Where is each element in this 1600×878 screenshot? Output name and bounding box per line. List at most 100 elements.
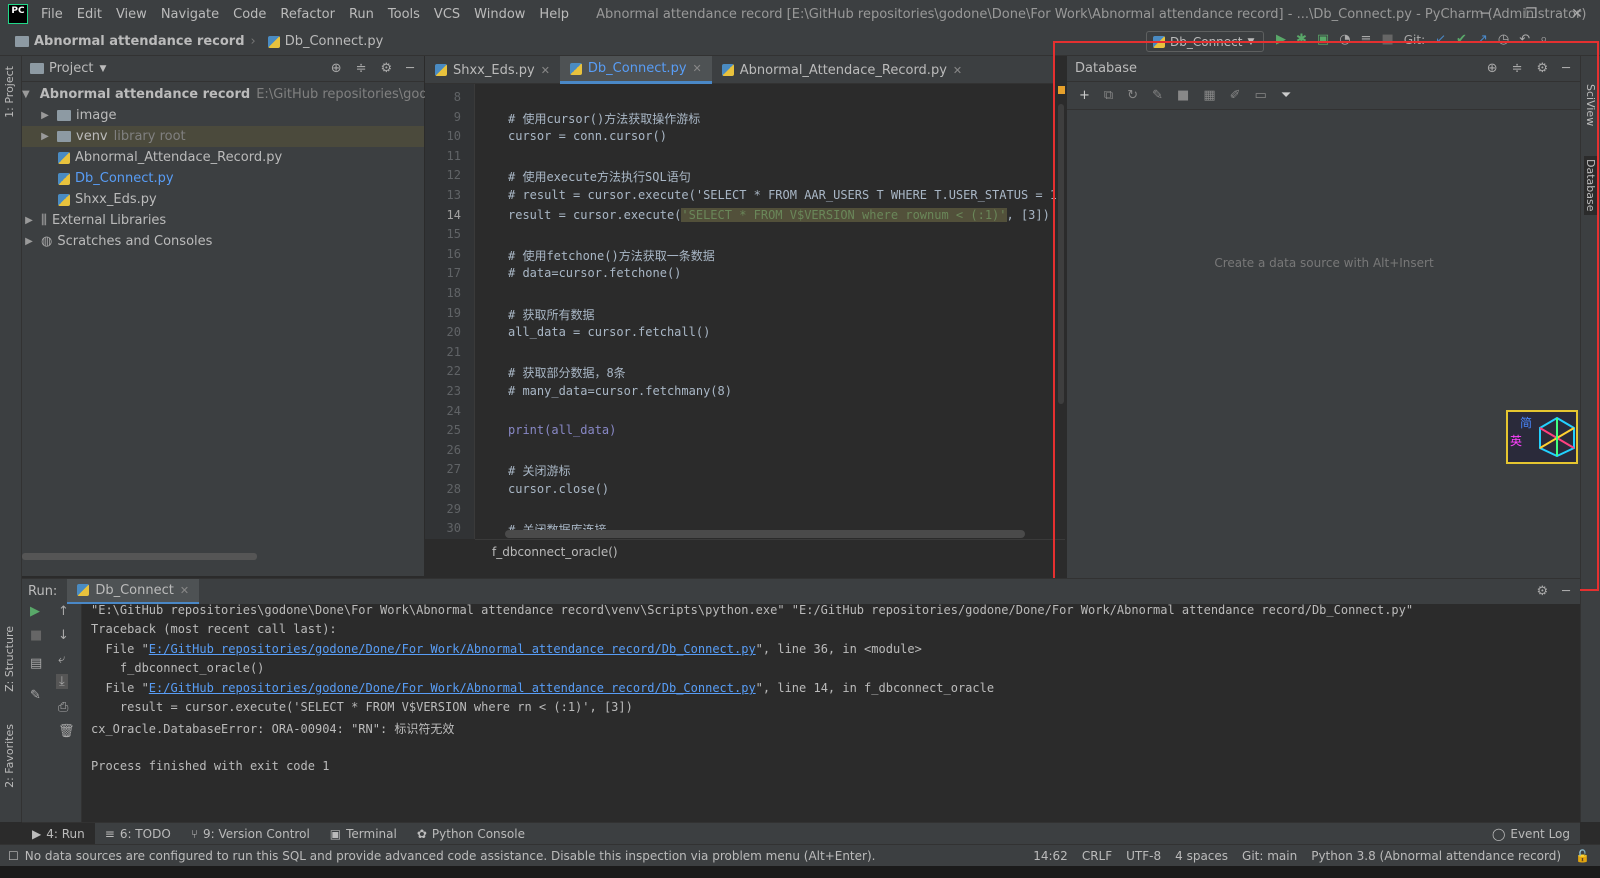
- scroll-up-icon[interactable]: ↑: [58, 604, 69, 619]
- hide-icon[interactable]: ─: [406, 61, 414, 76]
- close-icon[interactable]: ✕: [953, 64, 962, 77]
- chevron-right-icon[interactable]: ▶: [22, 215, 36, 226]
- ime-indicator[interactable]: 简 英: [1506, 410, 1578, 464]
- menu-tools[interactable]: Tools: [381, 7, 427, 22]
- chevron-right-icon[interactable]: ▶: [38, 131, 52, 142]
- editor-breadcrumb[interactable]: f_dbconnect_oracle(): [475, 539, 1065, 563]
- scroll-down-icon[interactable]: ↓: [58, 628, 69, 643]
- tab-label: 6: TODO: [119, 826, 171, 841]
- tree-item-file[interactable]: Abnormal_Attendace_Record.py: [22, 147, 424, 168]
- lock-icon[interactable]: 🔓: [1575, 849, 1590, 863]
- tree-item-image[interactable]: ▶ image: [22, 105, 424, 126]
- horizontal-scrollbar[interactable]: [22, 553, 257, 560]
- tool-tab-project[interactable]: 1: Project: [3, 66, 16, 118]
- code-line: # data=cursor.fetchone(): [508, 266, 682, 280]
- tool-tab-python-console[interactable]: ✿ Python Console: [407, 823, 535, 845]
- status-checkbox-icon[interactable]: ☐: [8, 849, 19, 863]
- hide-icon[interactable]: ─: [1562, 584, 1570, 599]
- line-number: 17: [446, 266, 461, 280]
- tab-db-connect[interactable]: Db_Connect.py ✕: [559, 56, 712, 84]
- line-number: 18: [446, 286, 461, 300]
- menu-bar: File Edit View Navigate Code Refactor Ru…: [34, 7, 576, 22]
- line-number-gutter: 8 9 10 11 12 13 14 15 16 17 18 19 20 21 …: [425, 84, 475, 539]
- tool-tab-vcs[interactable]: ⑂ 9: Version Control: [181, 823, 320, 845]
- tree-item-project-root[interactable]: ▼ Abnormal attendance record E:\GitHub r…: [22, 84, 456, 105]
- menu-file[interactable]: File: [34, 7, 70, 22]
- collapse-all-icon[interactable]: ≑: [356, 61, 367, 76]
- menu-run[interactable]: Run: [342, 7, 381, 22]
- menu-window[interactable]: Window: [467, 7, 532, 22]
- layout-icon[interactable]: ▤: [30, 656, 42, 671]
- line-number: 29: [446, 502, 461, 516]
- close-icon[interactable]: ✕: [1554, 0, 1600, 28]
- project-panel-title[interactable]: Project: [49, 61, 93, 76]
- menu-view[interactable]: View: [109, 7, 154, 22]
- minimize-icon[interactable]: ─: [1462, 0, 1508, 28]
- menu-edit[interactable]: Edit: [70, 7, 109, 22]
- chevron-down-icon[interactable]: ▼: [22, 89, 30, 100]
- console-line: f_dbconnect_oracle(): [91, 661, 265, 675]
- editor-horizontal-scrollbar[interactable]: [505, 530, 1025, 538]
- git-branch[interactable]: Git: main: [1242, 849, 1297, 863]
- console-line: "E:\GitHub repositories\godone\Done\For …: [91, 603, 1414, 617]
- trash-icon[interactable]: 🗑: [58, 724, 75, 739]
- menu-navigate[interactable]: Navigate: [154, 7, 226, 22]
- chevron-down-icon[interactable]: ▼: [99, 64, 106, 74]
- file-link[interactable]: E:/GitHub repositories/godone/Done/For W…: [149, 642, 756, 656]
- ime-lang-label: 英: [1510, 434, 1523, 448]
- breadcrumb-file[interactable]: Db_Connect.py: [285, 34, 384, 49]
- tree-item-hint: library root: [113, 129, 186, 144]
- menu-vcs[interactable]: VCS: [427, 7, 467, 22]
- terminal-icon: ▣: [329, 826, 342, 841]
- tool-tab-structure[interactable]: Z: Structure: [3, 626, 16, 692]
- restore-icon[interactable]: ❐: [1508, 0, 1554, 28]
- tool-tab-todo[interactable]: ≡ 6: TODO: [95, 823, 181, 845]
- menu-refactor[interactable]: Refactor: [273, 7, 342, 22]
- gear-icon[interactable]: ⚙: [381, 61, 393, 76]
- code-editor[interactable]: # 使用cursor()方法获取操作游标 cursor = conn.curso…: [475, 84, 1065, 539]
- console-line: File "E:/GitHub repositories/godone/Done…: [91, 642, 921, 656]
- tool-tab-event-log[interactable]: ◯ Event Log: [1482, 823, 1580, 845]
- close-icon[interactable]: ✕: [693, 62, 702, 75]
- menu-code[interactable]: Code: [226, 7, 273, 22]
- line-number: 12: [446, 168, 461, 182]
- tree-item-external-libraries[interactable]: ▶ ⫼ External Libraries: [22, 210, 424, 231]
- soft-wrap-icon[interactable]: ⤶: [58, 652, 65, 667]
- line-number: 26: [446, 443, 461, 457]
- tool-tab-run[interactable]: ▶ 4: Run: [22, 822, 95, 845]
- gear-icon[interactable]: ⚙: [1537, 584, 1549, 599]
- print-icon[interactable]: ⎙: [58, 700, 68, 715]
- stop-icon[interactable]: ■: [30, 628, 42, 643]
- close-icon[interactable]: ✕: [180, 584, 189, 597]
- pin-icon[interactable]: ✎: [30, 688, 41, 703]
- status-message[interactable]: No data sources are configured to run th…: [25, 849, 876, 863]
- chevron-right-icon[interactable]: ▶: [38, 110, 52, 121]
- indent-setting[interactable]: 4 spaces: [1175, 849, 1228, 863]
- locate-icon[interactable]: ⊕: [331, 61, 342, 76]
- tree-item-label: Shxx_Eds.py: [75, 192, 157, 207]
- tree-item-file[interactable]: Db_Connect.py: [22, 168, 424, 189]
- menu-help[interactable]: Help: [532, 7, 576, 22]
- tool-tab-favorites[interactable]: 2: Favorites: [3, 724, 16, 788]
- file-encoding[interactable]: UTF-8: [1126, 849, 1161, 863]
- python-interpreter[interactable]: Python 3.8 (Abnormal attendance record): [1311, 849, 1561, 863]
- tree-item-file[interactable]: Shxx_Eds.py: [22, 189, 424, 210]
- line-separator[interactable]: CRLF: [1082, 849, 1112, 863]
- tool-tab-terminal[interactable]: ▣ Terminal: [320, 823, 407, 845]
- run-console[interactable]: "E:\GitHub repositories\godone\Done\For …: [82, 603, 1580, 822]
- tree-item-venv[interactable]: ▶ venv library root: [22, 126, 424, 147]
- folder-icon: [57, 131, 71, 142]
- run-tab[interactable]: Db_Connect ✕: [67, 578, 200, 605]
- tab-abnormal-record[interactable]: Abnormal_Attendace_Record.py ✕: [712, 56, 972, 84]
- tree-item-label: Abnormal attendance record: [39, 87, 251, 102]
- scroll-to-end-icon[interactable]: ⤓: [56, 674, 68, 689]
- rerun-icon[interactable]: ▶: [30, 604, 40, 619]
- close-icon[interactable]: ✕: [541, 64, 550, 77]
- caret-position[interactable]: 14:62: [1033, 849, 1068, 863]
- breadcrumb-project[interactable]: Abnormal attendance record: [34, 34, 245, 49]
- chevron-right-icon[interactable]: ▶: [22, 236, 36, 247]
- tab-shxx-eds[interactable]: Shxx_Eds.py ✕: [425, 56, 560, 84]
- tree-item-scratches[interactable]: ▶ ◍ Scratches and Consoles: [22, 231, 424, 252]
- file-link[interactable]: E:/GitHub repositories/godone/Done/For W…: [149, 681, 756, 695]
- line-number: 28: [446, 482, 461, 496]
